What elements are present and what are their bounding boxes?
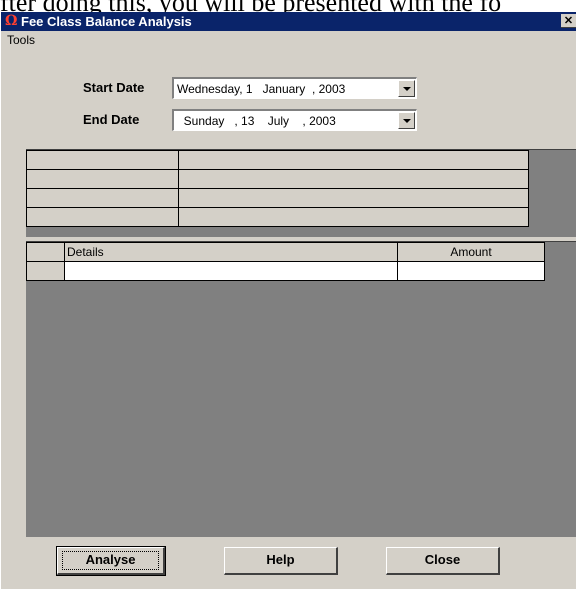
- start-date-dropdown-icon[interactable]: [398, 80, 415, 97]
- summary-row: [26, 169, 529, 189]
- end-date-dropdown-icon[interactable]: [398, 112, 415, 129]
- amount-cell[interactable]: [397, 261, 545, 281]
- help-button[interactable]: Help: [224, 547, 338, 575]
- summary-grid-panel: [26, 149, 576, 237]
- summary-cell[interactable]: [26, 207, 179, 227]
- details-column-header[interactable]: Details: [64, 242, 398, 262]
- menu-tools[interactable]: Tools: [7, 33, 35, 47]
- start-date-picker[interactable]: Wednesday, 1 January , 2003: [172, 77, 417, 99]
- summary-cell[interactable]: [26, 188, 179, 208]
- help-button-label: Help: [266, 552, 295, 567]
- table-row: [26, 261, 545, 281]
- start-date-label: Start Date: [83, 80, 145, 95]
- details-header-row: Details Amount: [26, 242, 545, 262]
- summary-row: [26, 188, 529, 208]
- summary-cell[interactable]: [178, 188, 529, 208]
- details-grid-panel: Details Amount: [26, 241, 576, 537]
- summary-cell[interactable]: [26, 150, 179, 170]
- title-bar[interactable]: Ω Fee Class Balance Analysis ✕: [1, 12, 576, 31]
- end-date-picker[interactable]: Sunday , 13 July , 2003: [172, 109, 417, 131]
- details-grid: Details Amount: [26, 242, 545, 281]
- close-button-label: Close: [424, 552, 461, 567]
- fee-class-balance-window: Ω Fee Class Balance Analysis ✕ Tools Sta…: [0, 12, 576, 589]
- menu-bar: Tools: [1, 31, 576, 49]
- summary-cell[interactable]: [178, 169, 529, 189]
- summary-cell[interactable]: [178, 150, 529, 170]
- focus-rectangle: [62, 551, 159, 570]
- details-cell[interactable]: [64, 261, 398, 281]
- start-date-value: Wednesday, 1 January , 2003: [177, 82, 346, 96]
- window-title: Fee Class Balance Analysis: [21, 14, 192, 29]
- amount-column-header[interactable]: Amount: [397, 242, 545, 262]
- row-selector-header: [26, 242, 65, 262]
- summary-grid: [26, 150, 529, 227]
- analyse-button[interactable]: Analyse: [56, 546, 166, 576]
- window-close-button[interactable]: ✕: [561, 14, 576, 28]
- summary-row: [26, 150, 529, 170]
- summary-cell[interactable]: [26, 169, 179, 189]
- close-button[interactable]: Close: [386, 547, 500, 575]
- end-date-label: End Date: [83, 112, 140, 127]
- end-date-value: Sunday , 13 July , 2003: [177, 114, 336, 128]
- summary-cell[interactable]: [178, 207, 529, 227]
- row-selector[interactable]: [26, 261, 65, 281]
- omega-app-icon: Ω: [5, 13, 18, 29]
- summary-row: [26, 207, 529, 227]
